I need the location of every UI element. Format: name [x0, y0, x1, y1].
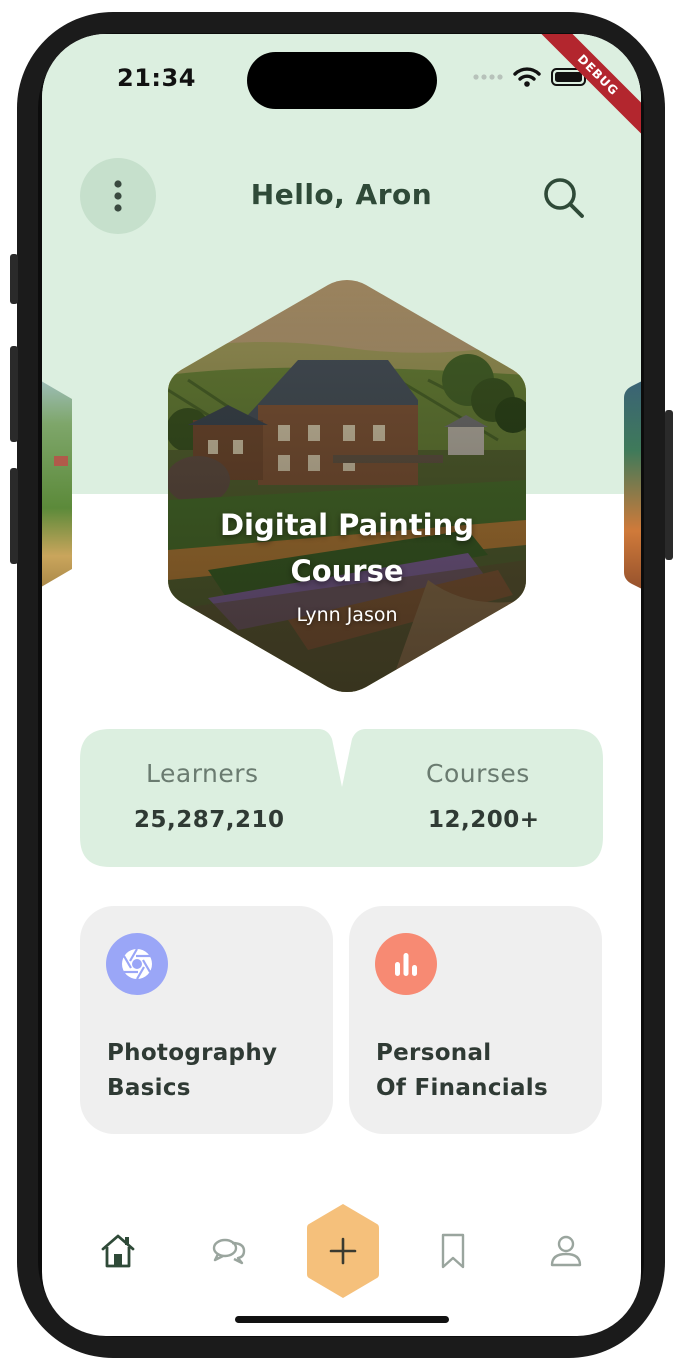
nav-chat[interactable] — [199, 1221, 259, 1281]
bookmark-icon — [441, 1233, 465, 1269]
home-indicator[interactable] — [235, 1316, 449, 1323]
search-icon — [544, 178, 584, 218]
learners-label: Learners — [146, 759, 259, 788]
category-icon-wrap — [375, 933, 437, 995]
dynamic-island — [247, 52, 437, 109]
home-icon — [101, 1234, 135, 1268]
bottom-navigation — [42, 1194, 641, 1304]
power-button — [665, 410, 673, 560]
category-icon-wrap — [106, 933, 168, 995]
cellular-signal-icon — [473, 74, 503, 80]
category-card-financials[interactable]: Personal Of Financials — [349, 906, 602, 1134]
chat-icon — [212, 1238, 246, 1265]
nav-profile[interactable] — [536, 1221, 596, 1281]
carousel-card-next[interactable] — [624, 370, 641, 600]
status-icons — [473, 66, 591, 88]
courses-label: Courses — [426, 759, 530, 788]
carousel-card-previous[interactable] — [42, 364, 72, 604]
category-label: Personal Of Financials — [376, 1040, 548, 1101]
stats-background — [80, 729, 603, 867]
learners-value: 25,287,210 — [134, 807, 285, 833]
app-screen: 21:34 DEBUG Hello, Aron Digital Painting… — [42, 34, 641, 1336]
volume-down-button — [10, 468, 18, 564]
mute-switch — [10, 254, 18, 304]
featured-course-title: Digital Painting Course — [219, 508, 475, 588]
add-icon — [307, 1204, 379, 1298]
category-label: Photography Basics — [107, 1040, 278, 1101]
featured-course-card[interactable] — [168, 280, 526, 692]
courses-value: 12,200+ — [428, 807, 540, 833]
wifi-icon — [513, 67, 541, 87]
nav-bookmark[interactable] — [423, 1221, 483, 1281]
stats-panel: Learners 25,287,210 Courses 12,200+ — [80, 729, 603, 867]
status-time: 21:34 — [117, 64, 196, 92]
profile-icon — [550, 1235, 582, 1267]
bar-chart-icon — [395, 953, 417, 976]
search-button[interactable] — [540, 174, 588, 222]
category-card-photography[interactable]: Photography Basics — [80, 906, 333, 1134]
nav-home[interactable] — [88, 1221, 148, 1281]
volume-up-button — [10, 346, 18, 442]
nav-add-button[interactable] — [307, 1204, 379, 1298]
aperture-icon — [122, 948, 152, 980]
featured-course-author: Lynn Jason — [296, 604, 398, 626]
